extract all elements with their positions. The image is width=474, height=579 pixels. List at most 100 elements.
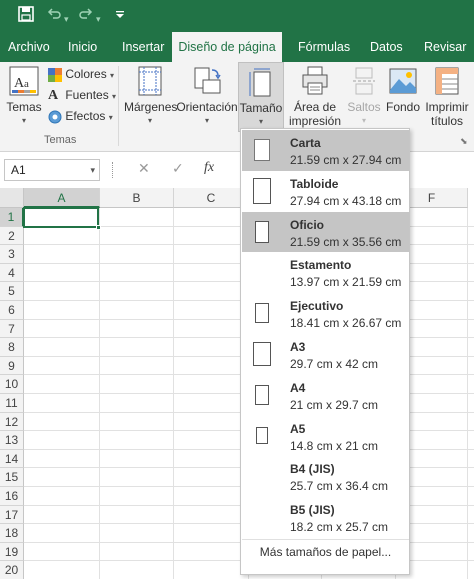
efectos-label: Efectos bbox=[65, 109, 106, 123]
tab-datos[interactable]: Datos bbox=[362, 32, 411, 62]
row-header-3[interactable]: 3 bbox=[0, 245, 24, 264]
tab-inicio[interactable]: Inicio bbox=[60, 32, 105, 62]
column-header-a[interactable]: A bbox=[24, 188, 100, 208]
fuentes-button[interactable]: A Fuentes ▾ bbox=[48, 85, 116, 105]
row-header-6[interactable]: 6 bbox=[0, 301, 24, 320]
orientacion-button[interactable]: Orientación ▾ bbox=[176, 66, 238, 128]
temas-button[interactable]: Aa Temas ▾ bbox=[4, 66, 44, 128]
background-icon bbox=[389, 66, 417, 96]
tab-archivo[interactable]: Archivo bbox=[0, 32, 58, 62]
page-icon bbox=[254, 139, 270, 161]
fondo-label: Fondo bbox=[386, 100, 421, 114]
page-icon bbox=[256, 427, 268, 445]
tamano-button[interactable]: Tamaño ▾ bbox=[238, 62, 284, 132]
row-header-4[interactable]: 4 bbox=[0, 263, 24, 283]
row-header-12[interactable]: 12 bbox=[0, 412, 24, 432]
paper-size-item-b4-jis[interactable]: B4 (JIS) 25.7 cm x 36.4 cm bbox=[242, 456, 409, 497]
undo-icon[interactable] bbox=[46, 6, 62, 22]
row-header-17[interactable]: 17 bbox=[0, 505, 24, 525]
group-label-temas: Temas bbox=[44, 134, 77, 146]
redo-dropdown-icon[interactable]: ▾ bbox=[96, 9, 101, 29]
customize-icon[interactable] bbox=[114, 6, 126, 22]
paper-size-item-a3[interactable]: A3 29.7 cm x 42 cm bbox=[242, 334, 409, 375]
paper-size-dimensions: 21.59 cm x 35.56 cm bbox=[290, 234, 402, 249]
active-cell-a1[interactable] bbox=[23, 207, 99, 228]
row-header-18[interactable]: 18 bbox=[0, 524, 24, 543]
cancel-icon[interactable]: ✕ bbox=[138, 160, 150, 177]
margenes-button[interactable]: Márgenes ▾ bbox=[124, 66, 178, 128]
imprimir-titulos-label-2: títulos bbox=[430, 114, 463, 128]
page-icon bbox=[255, 303, 269, 324]
row-header-8[interactable]: 8 bbox=[0, 338, 24, 357]
saltos-button[interactable]: Saltos ▾ bbox=[344, 66, 384, 128]
tab-insertar[interactable]: Insertar bbox=[114, 32, 172, 62]
chevron-down-icon: ▾ bbox=[258, 117, 263, 126]
save-icon[interactable] bbox=[18, 6, 34, 22]
chevron-down-icon: ▾ bbox=[204, 116, 209, 125]
print-area-icon bbox=[300, 66, 330, 96]
colores-button[interactable]: Colores ▾ bbox=[48, 64, 114, 84]
paper-size-item-b5-jis[interactable]: B5 (JIS) 18.2 cm x 25.7 cm bbox=[242, 497, 409, 538]
orientacion-label: Orientación bbox=[176, 100, 238, 114]
paper-size-item-ejecutivo[interactable]: Ejecutivo 18.41 cm x 26.67 cm bbox=[242, 293, 409, 334]
imprimir-titulos-button[interactable]: Imprimir títulos bbox=[422, 66, 472, 128]
group-divider bbox=[118, 66, 119, 146]
undo-dropdown-icon[interactable]: ▾ bbox=[64, 9, 69, 29]
formula-bar-splitter[interactable] bbox=[112, 162, 115, 178]
paper-size-dimensions: 27.94 cm x 43.18 cm bbox=[290, 193, 402, 208]
row-header-2[interactable]: 2 bbox=[0, 226, 24, 246]
row-header-16[interactable]: 16 bbox=[0, 487, 24, 506]
chevron-down-icon[interactable]: ▾ bbox=[90, 160, 95, 180]
page-size-icon bbox=[248, 67, 274, 97]
paper-size-item-estamento[interactable]: Estamento 13.97 cm x 21.59 cm bbox=[242, 252, 409, 293]
chevron-down-icon: ▾ bbox=[361, 116, 366, 125]
paper-size-item-oficio[interactable]: Oficio 21.59 cm x 35.56 cm bbox=[242, 211, 409, 253]
column-header-b[interactable]: B bbox=[100, 188, 174, 208]
paper-size-dimensions: 29.7 cm x 42 cm bbox=[290, 357, 379, 371]
row-header-19[interactable]: 19 bbox=[0, 542, 24, 562]
fondo-button[interactable]: Fondo bbox=[386, 66, 420, 114]
tab-formulas[interactable]: Fórmulas bbox=[290, 32, 358, 62]
row-header-10[interactable]: 10 bbox=[0, 375, 24, 394]
row-header-1[interactable]: 1 bbox=[0, 208, 24, 227]
ribbon-tabs: Archivo Inicio Insertar Diseño de página… bbox=[0, 32, 474, 62]
page-icon bbox=[253, 177, 271, 204]
row-header-20[interactable]: 20 bbox=[0, 561, 24, 579]
chevron-down-icon: ▾ bbox=[147, 116, 152, 125]
paper-size-item-a5[interactable]: A5 14.8 cm x 21 cm bbox=[242, 416, 409, 457]
paper-size-dimensions: 14.8 cm x 21 cm bbox=[290, 438, 379, 453]
name-box[interactable]: A1 ▾ bbox=[4, 159, 100, 181]
paper-size-name: A5 bbox=[290, 421, 306, 436]
fill-handle[interactable] bbox=[96, 225, 101, 230]
row-header-7[interactable]: 7 bbox=[0, 319, 24, 339]
margenes-label: Márgenes bbox=[124, 100, 178, 114]
paper-size-item-carta[interactable]: Carta 21.59 cm x 27.94 cm bbox=[242, 130, 409, 171]
quick-access-toolbar: ▾ ▾ bbox=[0, 0, 474, 32]
row-header-9[interactable]: 9 bbox=[0, 356, 24, 376]
enter-icon[interactable]: ✓ bbox=[172, 160, 184, 177]
select-all-corner[interactable] bbox=[0, 188, 24, 208]
tab-revisar[interactable]: Revisar bbox=[416, 32, 474, 62]
more-paper-sizes-link[interactable]: Más tamaños de papel... bbox=[242, 539, 409, 563]
paper-size-item-a4[interactable]: A4 21 cm x 29.7 cm bbox=[242, 375, 409, 416]
row-header-14[interactable]: 14 bbox=[0, 449, 24, 469]
colors-icon bbox=[48, 67, 62, 82]
efectos-button[interactable]: Efectos ▾ bbox=[48, 106, 113, 126]
tab-diseno-de-pagina[interactable]: Diseño de página bbox=[172, 32, 282, 62]
paper-size-dimensions: 18.2 cm x 25.7 cm bbox=[290, 520, 389, 535]
paper-size-item-tabloide[interactable]: Tabloide 27.94 cm x 43.18 cm bbox=[242, 171, 409, 212]
page-icon bbox=[255, 220, 269, 243]
saltos-label: Saltos bbox=[347, 100, 381, 114]
function-icon[interactable]: fx bbox=[204, 160, 214, 176]
column-header-c[interactable]: C bbox=[174, 188, 249, 208]
row-header-5[interactable]: 5 bbox=[0, 282, 24, 301]
themes-icon: Aa bbox=[9, 66, 39, 96]
row-header-15[interactable]: 15 bbox=[0, 468, 24, 487]
dialog-launcher-icon[interactable]: ⬊ bbox=[460, 136, 468, 147]
row-header-11[interactable]: 11 bbox=[0, 394, 24, 413]
row-header-13[interactable]: 13 bbox=[0, 431, 24, 450]
effects-icon bbox=[48, 110, 62, 124]
redo-icon[interactable] bbox=[78, 6, 94, 22]
orientation-icon bbox=[192, 66, 222, 96]
paper-size-dimensions: 13.97 cm x 21.59 cm bbox=[290, 275, 402, 290]
